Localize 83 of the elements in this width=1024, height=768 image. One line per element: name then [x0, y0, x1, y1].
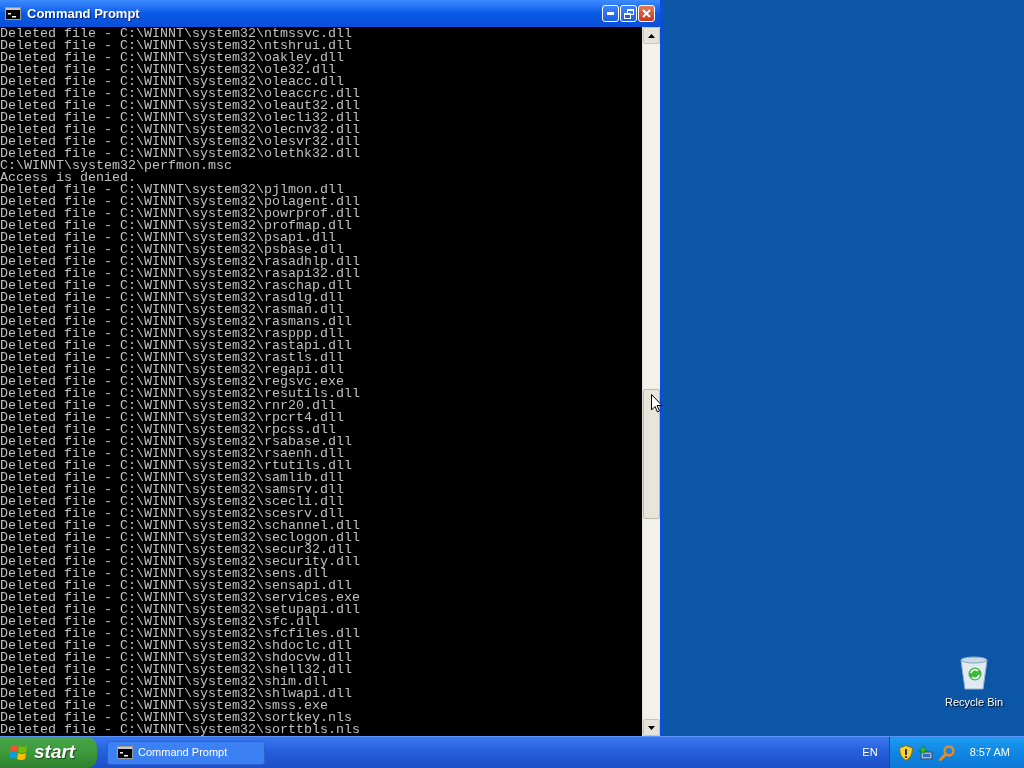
console-line: Deleted file - C:\WINNT\system32\powrprof.dll [0, 208, 360, 220]
scroll-up-button[interactable] [643, 27, 660, 44]
scroll-down-button[interactable] [643, 719, 660, 736]
console-line: Deleted file - C:\WINNT\system32\psapi.dll [0, 232, 336, 244]
console-line: Deleted file - C:\WINNT\system32\oleaut32.dll [0, 100, 360, 112]
close-icon [642, 9, 651, 18]
console-line: Deleted file - C:\WINNT\system32\regsvc.exe [0, 376, 344, 388]
console-line: Deleted file - C:\WINNT\system32\resutils.dll [0, 388, 360, 400]
console-line: Deleted file - C:\WINNT\system32\oakley.dll [0, 52, 344, 64]
console-line: Deleted file - C:\WINNT\system32\setupapi.dll [0, 604, 360, 616]
console-line: Deleted file - C:\WINNT\system32\rsabase.dll [0, 436, 352, 448]
restore-button[interactable] [620, 5, 637, 22]
console-line: Deleted file - C:\WINNT\system32\pjlmon.dll [0, 184, 344, 196]
minimize-icon [607, 12, 614, 15]
console-line: Deleted file - C:\WINNT\system32\oleaccrc.dll [0, 88, 360, 100]
console-line: Deleted file - C:\WINNT\system32\shim.dll [0, 676, 328, 688]
console-line: Deleted file - C:\WINNT\system32\sorttbls.nls [0, 724, 360, 736]
console-line: Deleted file - C:\WINNT\system32\security.dll [0, 556, 360, 568]
scrollbar[interactable] [642, 27, 660, 736]
restore-icon [623, 8, 634, 19]
console-line: Deleted file - C:\WINNT\system32\rasppp.dll [0, 328, 344, 340]
console-line: Deleted file - C:\WINNT\system32\services.exe [0, 592, 360, 604]
down-arrow-icon [648, 725, 655, 730]
console-line: Deleted file - C:\WINNT\system32\ole32.dll [0, 64, 336, 76]
recycle-bin-icon[interactable] [959, 656, 989, 690]
window-title: Command Prompt [27, 7, 140, 20]
console-line: Deleted file - C:\WINNT\system32\oleacc.dll [0, 76, 344, 88]
console-line: Deleted file - C:\WINNT\system32\raschap.dll [0, 280, 352, 292]
clock[interactable]: 8:57 AM [969, 744, 1010, 761]
console-line: Deleted file - C:\WINNT\system32\olecnv32.dll [0, 124, 360, 136]
up-arrow-icon [648, 33, 655, 38]
console-line: Deleted file - C:\WINNT\system32\rpcss.dll [0, 424, 336, 436]
console-line: Deleted file - C:\WINNT\system32\rasdlg.dll [0, 292, 344, 304]
console-line: Deleted file - C:\WINNT\system32\sortkey.nls [0, 712, 352, 724]
console-line: Deleted file - C:\WINNT\system32\sens.dll [0, 568, 328, 580]
language-indicator[interactable]: EN [862, 744, 878, 761]
console-icon [117, 746, 133, 759]
console-line: Deleted file - C:\WINNT\system32\seclogon.dll [0, 532, 360, 544]
console-line: Deleted file - C:\WINNT\system32\psbase.dll [0, 244, 344, 256]
console-line: Deleted file - C:\WINNT\system32\olecli32.dll [0, 112, 360, 124]
console-line: Deleted file - C:\WINNT\system32\rsaenh.dll [0, 448, 344, 460]
console-line: Deleted file - C:\WINNT\system32\shdocvw.dll [0, 652, 352, 664]
console-line: Deleted file - C:\WINNT\system32\shell32.dll [0, 664, 352, 676]
console-line: Deleted file - C:\WINNT\system32\rastapi.dll [0, 340, 352, 352]
console-line: Deleted file - C:\WINNT\system32\schannel.dll [0, 520, 360, 532]
console-line: C:\WINNT\system32\perfmon.msc [0, 160, 232, 172]
console-line: Deleted file - C:\WINNT\system32\olethk32.dll [0, 148, 360, 160]
console-line: Deleted file - C:\WINNT\system32\rasmans.dll [0, 316, 352, 328]
console-line: Deleted file - C:\WINNT\system32\rnr20.dll [0, 400, 336, 412]
console-line: Deleted file - C:\WINNT\system32\rastls.dll [0, 352, 344, 364]
console-line: Deleted file - C:\WINNT\system32\regapi.dll [0, 364, 344, 376]
console-line: Deleted file - C:\WINNT\system32\samsrv.dll [0, 484, 344, 496]
console-line: Deleted file - C:\WINNT\system32\rpcrt4.dll [0, 412, 344, 424]
scroll-thumb[interactable] [643, 389, 660, 519]
console-line: Deleted file - C:\WINNT\system32\ntshrui.dll [0, 40, 352, 52]
console-line: Deleted file - C:\WINNT\system32\samlib.dll [0, 472, 344, 484]
console-line: Deleted file - C:\WINNT\system32\rasadhlp.dll [0, 256, 360, 268]
console-line: Deleted file - C:\WINNT\system32\scecli.dll [0, 496, 344, 508]
console-line: Deleted file - C:\WINNT\system32\rtutils.dll [0, 460, 352, 472]
console-icon [5, 7, 21, 20]
console-line: Deleted file - C:\WINNT\system32\polagent.dll [0, 196, 360, 208]
warning-shield-icon[interactable] [898, 744, 913, 761]
start-button[interactable]: start [0, 737, 97, 768]
console-line: Deleted file - C:\WINNT\system32\ntmssvc.dll [0, 28, 352, 40]
mouse-pointer-icon [651, 394, 663, 413]
console-line: Deleted file - C:\WINNT\system32\sensapi.dll [0, 580, 352, 592]
console-line: Deleted file - C:\WINNT\system32\shdoclc.dll [0, 640, 352, 652]
console-line: Deleted file - C:\WINNT\system32\secur32.dll [0, 544, 352, 556]
close-button[interactable] [638, 5, 655, 22]
console-line: Deleted file - C:\WINNT\system32\scesrv.dll [0, 508, 344, 520]
console-line: Deleted file - C:\WINNT\system32\profmap.dll [0, 220, 352, 232]
console-line: Deleted file - C:\WINNT\system32\olesvr32.dll [0, 136, 360, 148]
console-line: Deleted file - C:\WINNT\system32\sfc.dll [0, 616, 320, 628]
windows-flag-icon [10, 744, 28, 761]
console-line: Deleted file - C:\WINNT\system32\sfcfiles.dll [0, 628, 360, 640]
taskbar-button[interactable]: Command Prompt [107, 740, 265, 765]
console-line: Access is denied. [0, 172, 136, 184]
console-line: Deleted file - C:\WINNT\system32\smss.exe [0, 700, 328, 712]
console-line: Deleted file - C:\WINNT\system32\rasman.dll [0, 304, 344, 316]
minimize-button[interactable] [602, 5, 619, 22]
console-line: Deleted file - C:\WINNT\system32\rasapi32.dll [0, 268, 360, 280]
console-line: Deleted file - C:\WINNT\system32\shlwapi.dll [0, 688, 352, 700]
desktop-icon-label[interactable]: Recycle Bin [944, 696, 1004, 709]
